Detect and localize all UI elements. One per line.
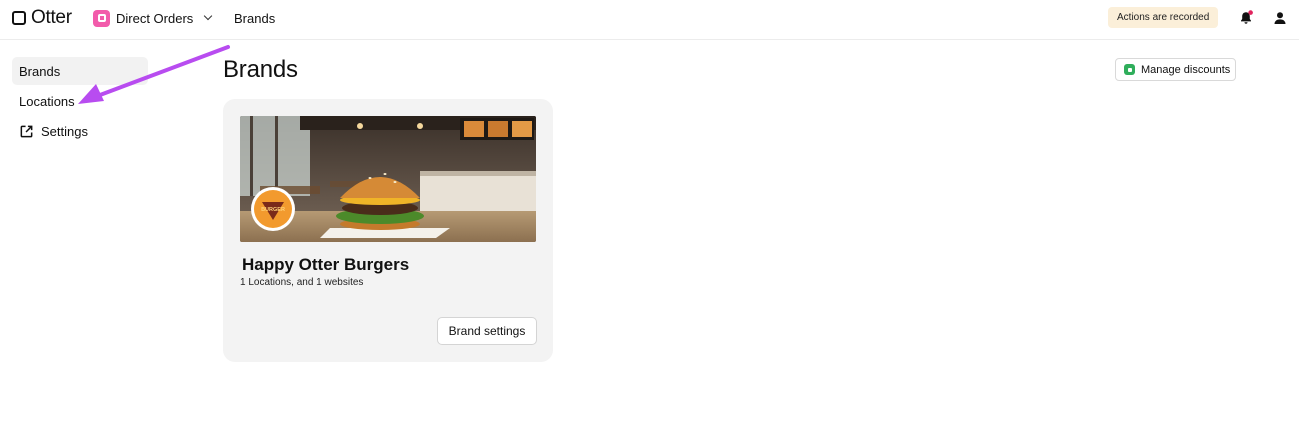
otter-logo-icon (12, 11, 26, 25)
user-account-icon[interactable] (1272, 10, 1288, 26)
chevron-down-icon (204, 11, 213, 21)
manage-discounts-label: Manage discounts (1141, 63, 1231, 76)
top-bar: Otter Direct Orders Brands Actions are r… (0, 0, 1299, 40)
brand-card[interactable]: BURGER Happy Otter Burgers 1 Locations, … (223, 99, 553, 362)
breadcrumb: Brands (234, 11, 276, 26)
brand-name: Happy Otter Burgers (242, 255, 410, 274)
annotation-arrow (78, 45, 230, 104)
sidebar-item-locations[interactable]: Locations (12, 87, 148, 115)
app-switcher[interactable]: Direct Orders (93, 8, 213, 28)
brand-settings-button[interactable]: Brand settings (437, 317, 537, 345)
page-title: Brands (223, 56, 298, 83)
discount-icon (1124, 64, 1135, 75)
notification-dot (1248, 10, 1253, 15)
sidebar: Brands Locations Settings (12, 57, 148, 147)
brand-meta: 1 Locations, and 1 websites (240, 277, 364, 288)
notifications-bell-icon[interactable] (1238, 10, 1254, 26)
sidebar-item-settings[interactable]: Settings (12, 117, 148, 145)
actions-recorded-badge: Actions are recorded (1108, 7, 1219, 28)
manage-discounts-button[interactable]: Manage discounts (1115, 58, 1236, 81)
app-switcher-label: Direct Orders (116, 10, 194, 26)
sidebar-item-label: Locations (19, 93, 75, 109)
sidebar-item-brands[interactable]: Brands (12, 57, 148, 85)
brand-logo-avatar: BURGER (251, 187, 295, 231)
external-link-icon (20, 125, 33, 137)
sidebar-item-label: Brands (19, 63, 61, 79)
otter-logo[interactable]: Otter (12, 7, 72, 28)
sidebar-item-label: Settings (41, 123, 88, 139)
logo-text: Otter (31, 7, 72, 28)
direct-orders-icon (93, 9, 110, 27)
brand-logo-text: BURGER (261, 207, 285, 213)
